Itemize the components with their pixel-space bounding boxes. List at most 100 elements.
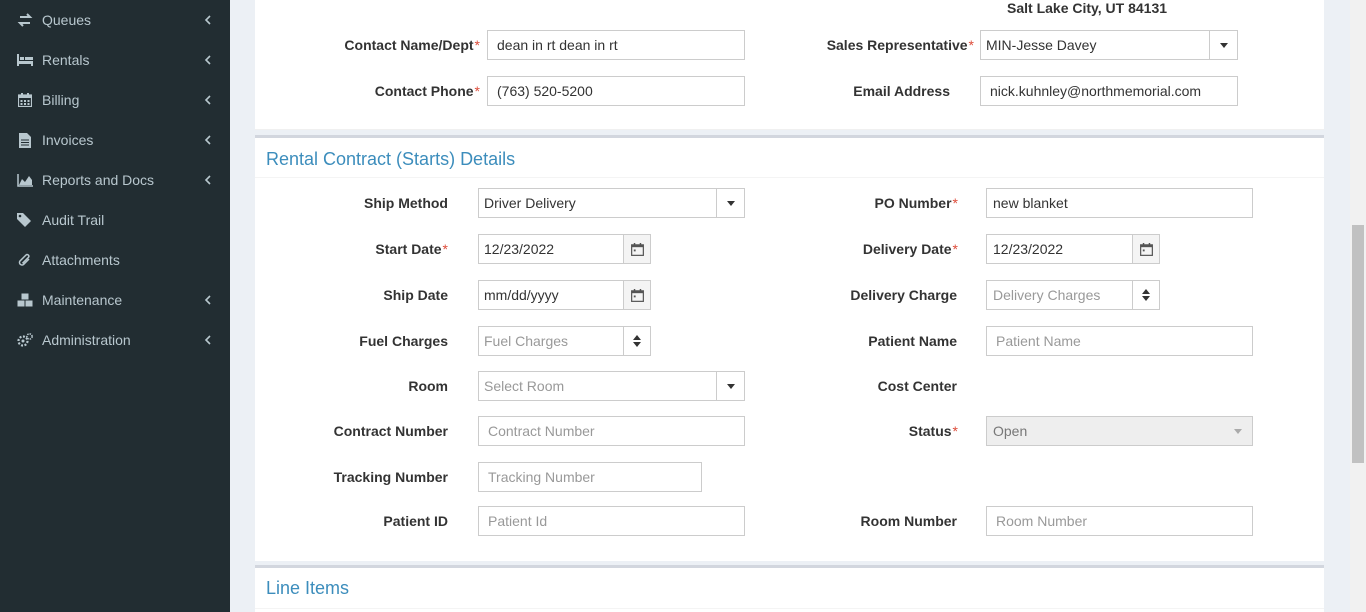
sidebar-item-billing[interactable]: Billing bbox=[0, 80, 230, 120]
start-date-label: Start Date* bbox=[375, 241, 448, 257]
paperclip-icon bbox=[17, 252, 33, 268]
number-spinner[interactable] bbox=[1132, 281, 1159, 309]
caret-down-icon bbox=[1234, 429, 1242, 434]
box-header-divider bbox=[255, 608, 1324, 609]
rental-contract-title: Rental Contract (Starts) Details bbox=[266, 149, 516, 169]
delivery-date-label-text: Delivery Date bbox=[862, 241, 952, 257]
required-mark: * bbox=[952, 241, 958, 257]
delivery-date-value: 12/23/2022 bbox=[993, 241, 1064, 257]
ship-date-label: Ship Date bbox=[383, 287, 448, 303]
email-address-input[interactable]: nick.kuhnley@northmemorial.com bbox=[980, 76, 1238, 106]
sidebar-item-label: Administration bbox=[42, 332, 131, 348]
po-number-label: PO Number* bbox=[875, 195, 958, 211]
line-items-box: Line Items bbox=[255, 565, 1324, 612]
sidebar-item-label: Rentals bbox=[42, 52, 90, 68]
caret-down-icon bbox=[1219, 42, 1228, 48]
delivery-charge-placeholder: Delivery Charges bbox=[993, 287, 1101, 303]
sales-rep-label: Sales Representative* bbox=[827, 37, 974, 53]
required-mark: * bbox=[952, 195, 958, 211]
sidebar-item-label: Maintenance bbox=[42, 292, 123, 308]
status-label: Status* bbox=[909, 423, 958, 439]
sales-rep-label-text: Sales Representative bbox=[826, 37, 968, 53]
sidebar-item-invoices[interactable]: Invoices bbox=[0, 120, 230, 160]
status-label-text: Status bbox=[908, 423, 952, 439]
calendar-button[interactable] bbox=[623, 281, 650, 309]
calendar-button[interactable] bbox=[623, 235, 650, 263]
room-placeholder: Select Room bbox=[484, 378, 565, 394]
line-items-title: Line Items bbox=[266, 578, 350, 598]
tracking-number-input[interactable]: Tracking Number bbox=[478, 462, 702, 492]
sidebar-item-reports-and-docs[interactable]: Reports and Docs bbox=[0, 160, 230, 200]
customer-address-city: Salt Lake City, UT 84131 bbox=[1007, 0, 1168, 16]
required-mark: * bbox=[474, 83, 480, 99]
start-date-value: 12/23/2022 bbox=[484, 241, 555, 257]
dropdown-toggle[interactable] bbox=[716, 189, 744, 217]
customer-contact-box: Salt Lake City, UT 84131 Contact Name/De… bbox=[255, 0, 1324, 130]
tracking-number-label: Tracking Number bbox=[333, 469, 448, 485]
exchange-icon bbox=[17, 12, 33, 28]
po-number-input[interactable]: new blanket bbox=[986, 188, 1253, 218]
room-number-input[interactable]: Room Number bbox=[986, 506, 1253, 536]
delivery-date-input[interactable]: 12/23/2022 bbox=[986, 234, 1160, 264]
calendar-button[interactable] bbox=[1132, 235, 1159, 263]
sidebar-item-label: Billing bbox=[42, 92, 80, 108]
required-mark: * bbox=[474, 37, 480, 53]
ship-date-placeholder: mm/dd/yyyy bbox=[484, 287, 559, 303]
start-date-input[interactable]: 12/23/2022 bbox=[478, 234, 651, 264]
sidebar-item-audit-trail[interactable]: Audit Trail bbox=[0, 200, 230, 240]
sales-rep-value: MIN-Jesse Davey bbox=[986, 37, 1097, 53]
contact-phone-input[interactable]: (763) 520-5200 bbox=[487, 76, 745, 106]
dropdown-toggle[interactable] bbox=[1209, 31, 1237, 59]
required-mark: * bbox=[968, 37, 974, 53]
contract-number-input[interactable]: Contract Number bbox=[478, 416, 745, 446]
ship-date-input[interactable]: mm/dd/yyyy bbox=[478, 280, 651, 310]
caret-down-icon bbox=[726, 200, 735, 206]
patient-name-input[interactable]: Patient Name bbox=[986, 326, 1253, 356]
status-value: Open bbox=[993, 423, 1028, 439]
sales-rep-select[interactable]: MIN-Jesse Davey bbox=[980, 30, 1238, 60]
box-header-divider bbox=[255, 177, 1324, 178]
patient-id-input[interactable]: Patient Id bbox=[478, 506, 745, 536]
fuel-charges-placeholder: Fuel Charges bbox=[484, 333, 569, 349]
ship-method-select[interactable]: Driver Delivery bbox=[478, 188, 745, 218]
sidebar-item-queues[interactable]: Queues bbox=[0, 0, 230, 40]
caret-down-icon bbox=[726, 383, 735, 389]
patient-name-label: Patient Name bbox=[868, 333, 957, 349]
room-select[interactable]: Select Room bbox=[478, 371, 745, 401]
scrollbar-thumb[interactable] bbox=[1352, 225, 1364, 463]
fuel-charges-input[interactable]: Fuel Charges bbox=[478, 326, 651, 356]
contact-name-label: Contact Name/Dept* bbox=[344, 37, 480, 53]
number-spinner[interactable] bbox=[623, 327, 650, 355]
dropdown-toggle[interactable] bbox=[716, 372, 744, 400]
start-date-label-text: Start Date bbox=[375, 241, 442, 257]
contact-name-input[interactable]: dean in rt dean in rt bbox=[487, 30, 745, 60]
sidebar-item-attachments[interactable]: Attachments bbox=[0, 240, 230, 280]
cogs-icon bbox=[17, 332, 33, 348]
caret-up-icon bbox=[1142, 289, 1150, 294]
chevron-left-icon bbox=[204, 335, 211, 345]
cubes-icon bbox=[17, 292, 33, 308]
rental-contract-details-box: Rental Contract (Starts) Details Ship Me… bbox=[255, 135, 1324, 561]
chevron-left-icon bbox=[204, 55, 211, 65]
contact-phone-label-text: Contact Phone bbox=[374, 83, 474, 99]
sidebar-item-rentals[interactable]: Rentals bbox=[0, 40, 230, 80]
sidebar-item-label: Attachments bbox=[42, 252, 120, 268]
calendar-icon bbox=[630, 288, 644, 302]
delivery-charge-input[interactable]: Delivery Charges bbox=[986, 280, 1160, 310]
sidebar-item-maintenance[interactable]: Maintenance bbox=[0, 280, 230, 320]
calendar-icon bbox=[17, 92, 33, 108]
chevron-left-icon bbox=[204, 15, 211, 25]
chevron-left-icon bbox=[204, 295, 211, 305]
caret-up-icon bbox=[633, 335, 641, 340]
ship-method-value: Driver Delivery bbox=[484, 195, 576, 211]
sidebar-item-label: Reports and Docs bbox=[42, 172, 155, 188]
status-select[interactable]: Open bbox=[986, 416, 1253, 446]
ship-method-label: Ship Method bbox=[364, 195, 448, 211]
contract-number-label: Contract Number bbox=[333, 423, 448, 439]
sidebar-item-administration[interactable]: Administration bbox=[0, 320, 230, 360]
fuel-charges-label: Fuel Charges bbox=[359, 333, 448, 349]
chevron-left-icon bbox=[204, 175, 211, 185]
page-scrollbar[interactable] bbox=[1350, 0, 1366, 612]
room-number-label: Room Number bbox=[860, 513, 957, 529]
contact-name-label-text: Contact Name/Dept bbox=[344, 37, 474, 53]
